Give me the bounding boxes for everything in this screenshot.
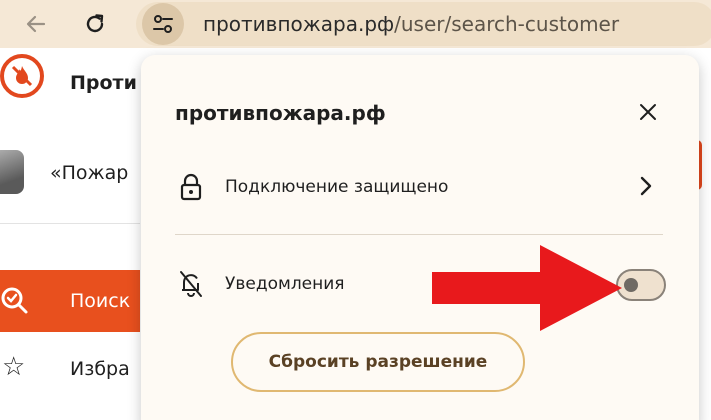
search-icon — [1, 287, 28, 314]
site-logo[interactable] — [0, 54, 44, 98]
company-name: «Пожар — [50, 162, 129, 184]
back-button[interactable] — [17, 5, 55, 43]
reload-icon — [86, 14, 104, 33]
chevron-right-icon — [640, 176, 652, 196]
reset-permission-button[interactable]: Сбросить разрешение — [231, 332, 525, 392]
divider — [175, 234, 663, 235]
close-icon — [640, 104, 656, 120]
url-text[interactable]: противпожара.рф/user/search-customer — [203, 12, 619, 36]
notifications-label: Уведомления — [225, 274, 345, 294]
toggle-knob — [624, 278, 638, 292]
arrow-left-icon — [26, 15, 46, 33]
connection-secure-row[interactable]: Подключение защищено — [141, 163, 699, 211]
close-button[interactable] — [631, 95, 665, 129]
url-domain: противпожара.рф — [203, 12, 395, 36]
connection-label: Подключение защищено — [225, 177, 449, 197]
notifications-toggle[interactable] — [616, 269, 666, 301]
browser-toolbar: противпожара.рф/user/search-customer — [0, 0, 711, 48]
bell-off-icon — [180, 271, 202, 297]
site-info-button[interactable] — [142, 3, 184, 45]
site-info-popup: противпожара.рф Подключение защищено Уве… — [141, 55, 699, 420]
lock-icon — [180, 173, 202, 201]
sidebar-divider — [0, 223, 140, 224]
url-path: /user/search-customer — [394, 12, 620, 36]
popup-title: противпожара.рф — [175, 101, 386, 125]
fire-icon — [11, 65, 33, 87]
star-icon: ☆ — [2, 352, 26, 382]
sidebar-item-search-label: Поиск — [70, 290, 131, 312]
notifications-row: Уведомления — [141, 261, 699, 309]
tune-icon — [153, 15, 173, 33]
sidebar-item-favorites-label[interactable]: Избра — [70, 358, 130, 380]
avatar[interactable] — [0, 150, 24, 194]
brand-name[interactable]: Проти — [70, 72, 137, 94]
reload-button[interactable] — [76, 5, 114, 43]
